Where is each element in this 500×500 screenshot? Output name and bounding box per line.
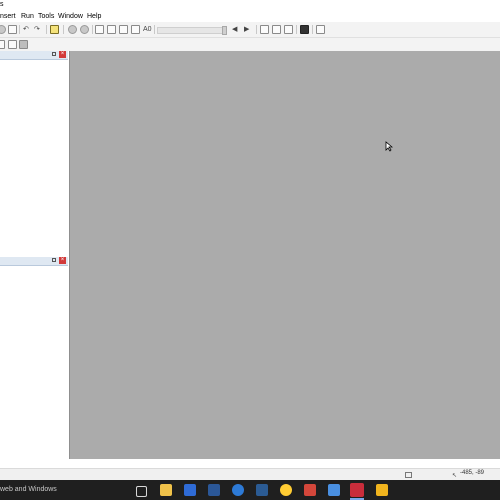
frame-window-icon[interactable] — [316, 25, 325, 34]
photos-icon[interactable] — [328, 484, 340, 496]
top-panel-header: × — [0, 51, 68, 60]
window-title: s — [0, 1, 4, 8]
pin-icon[interactable] — [52, 52, 56, 56]
help-book-icon[interactable] — [50, 25, 59, 34]
mouse-cursor-icon — [385, 141, 393, 152]
secondary-toolbar — [0, 38, 500, 51]
frame-center-icon[interactable] — [272, 25, 281, 34]
bottom-panel-header: × — [0, 257, 68, 266]
resize-icon — [405, 472, 412, 478]
coordinate-readout: -485, -89 — [460, 470, 485, 476]
photoshop-icon[interactable] — [256, 484, 268, 496]
undo-icon[interactable]: ↶ — [23, 25, 29, 34]
menu-tools[interactable]: Tools — [38, 11, 54, 22]
prev-arrow-icon[interactable]: ◀ — [232, 25, 237, 34]
next-arrow-icon[interactable]: ▶ — [244, 25, 249, 34]
outlook-icon[interactable] — [184, 484, 196, 496]
open-icon[interactable] — [0, 25, 6, 34]
chrome-icon[interactable] — [280, 484, 292, 496]
pin-icon[interactable] — [52, 258, 56, 262]
frame-left-icon[interactable] — [260, 25, 269, 34]
workspace-canvas[interactable] — [69, 51, 500, 459]
ruby-app-icon[interactable] — [350, 483, 364, 500]
python-icon[interactable] — [376, 484, 388, 496]
file-explorer-icon[interactable] — [160, 484, 172, 496]
menu-window[interactable]: Window — [58, 11, 83, 22]
slider-thumb[interactable] — [222, 26, 227, 35]
grid-view-icon[interactable] — [95, 25, 104, 34]
taskbar — [0, 480, 500, 500]
timeline-slider[interactable] — [157, 27, 227, 34]
top-panel-body — [0, 60, 68, 255]
table-view-icon[interactable] — [119, 25, 128, 34]
taskbar-search-placeholder[interactable]: web and Windows — [0, 485, 57, 495]
title-bar: s — [0, 0, 500, 11]
menu-bar: nsert Run Tools Window Help — [0, 11, 500, 22]
subscript-icon[interactable]: A0 — [143, 25, 152, 34]
save-icon[interactable] — [8, 25, 17, 34]
frame-right-icon[interactable] — [284, 25, 293, 34]
layout-grid-icon[interactable] — [19, 40, 28, 49]
acrobat-icon[interactable] — [304, 484, 316, 496]
menu-run[interactable]: Run — [21, 11, 34, 22]
record-circle-icon[interactable] — [80, 25, 89, 34]
onedrive-icon[interactable] — [232, 484, 244, 496]
main-toolbar: ↶ ↷ A0 ◀ ▶ — [0, 22, 500, 38]
word-icon[interactable] — [208, 484, 220, 496]
stop-circle-icon[interactable] — [68, 25, 77, 34]
tile-view-icon[interactable] — [107, 25, 116, 34]
bottom-panel-body — [0, 266, 68, 459]
close-icon[interactable]: × — [59, 51, 66, 58]
pointer-icon: ↖ — [452, 473, 458, 479]
stop-square-icon[interactable] — [300, 25, 309, 34]
task-view-icon[interactable] — [136, 486, 147, 497]
layout-edge-icon[interactable] — [0, 40, 5, 49]
menu-insert[interactable]: nsert — [0, 11, 16, 22]
list-view-icon[interactable] — [131, 25, 140, 34]
close-icon[interactable]: × — [59, 257, 66, 264]
menu-help[interactable]: Help — [87, 11, 101, 22]
redo-icon[interactable]: ↷ — [34, 25, 40, 34]
layout-split-icon[interactable] — [8, 40, 17, 49]
